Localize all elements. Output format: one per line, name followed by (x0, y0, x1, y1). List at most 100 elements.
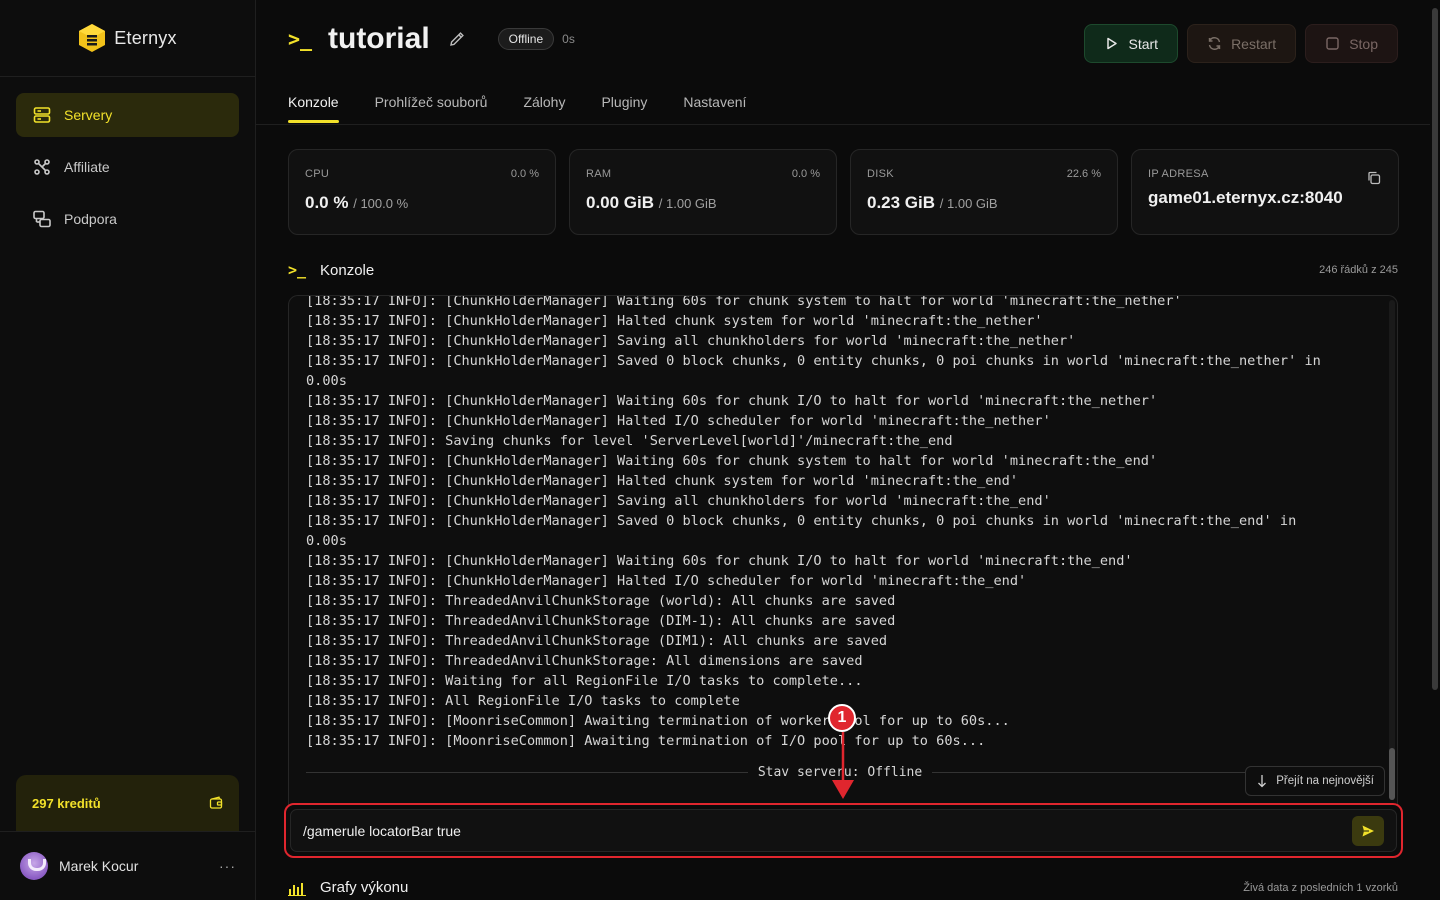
brand-name: Eternyx (114, 27, 177, 48)
console-line: [18:35:17 INFO]: [ChunkHolderManager] Sa… (306, 333, 1076, 349)
cpu-label: CPU (305, 168, 330, 180)
console-line: [18:35:17 INFO]: ThreadedAnvilChunkStora… (306, 633, 888, 649)
tab-plugins[interactable]: Pluginy (601, 84, 647, 124)
restart-icon (1208, 37, 1221, 50)
command-input[interactable] (303, 822, 1352, 839)
console-header: >_ Konzole 246 řádků z 245 (288, 261, 1398, 279)
ip-card: IP ADRESA game01.eternyx.cz:8040 (1131, 149, 1399, 235)
ip-address[interactable]: game01.eternyx.cz:8040 (1148, 188, 1382, 208)
resource-stats: CPU 0.0 % 0.0 % / 100.0 % RAM 0.0 % 0.00… (288, 149, 1399, 235)
more-options-icon[interactable]: ··· (219, 858, 236, 874)
server-header: >_ tutorial Offline 0s (288, 22, 575, 56)
disk-percent: 22.6 % (1066, 168, 1101, 180)
console-line: [18:35:17 INFO]: [ChunkHolderManager] Ha… (306, 413, 1051, 429)
avatar (20, 852, 48, 880)
console-line: [18:35:17 INFO]: Saving chunks for level… (306, 433, 953, 449)
user-profile[interactable]: Marek Kocur ··· (0, 831, 256, 900)
console-line: [18:35:17 INFO]: [MoonriseCommon] Awaiti… (306, 733, 986, 749)
arrow-down-icon (1258, 775, 1267, 788)
server-tabs: Konzole Prohlížeč souborů Zálohy Pluginy… (288, 84, 746, 124)
console-line: [18:35:17 INFO]: [ChunkHolderManager] Wa… (306, 553, 1133, 569)
cpu-card: CPU 0.0 % 0.0 % / 100.0 % (288, 149, 556, 235)
ram-limit: / 1.00 GiB (658, 196, 717, 211)
console-scrollbar[interactable] (1389, 300, 1395, 800)
server-status-divider: Stav serveru: Offline (306, 762, 1374, 782)
jump-to-latest-button[interactable]: Přejít na nejnovější (1245, 766, 1385, 796)
ram-value: 0.00 GiB / 1.00 GiB (586, 193, 820, 213)
support-icon (33, 210, 51, 228)
console-line: [18:35:17 INFO]: ThreadedAnvilChunkStora… (306, 593, 896, 609)
stop-icon (1326, 37, 1339, 50)
console-line: [18:35:17 INFO]: [ChunkHolderManager] Sa… (306, 493, 1051, 509)
ram-card: RAM 0.0 % 0.00 GiB / 1.00 GiB (569, 149, 837, 235)
console-line-count: 246 řádků z 245 (1319, 264, 1398, 276)
user-name: Marek Kocur (59, 858, 139, 874)
console-scrollbar-thumb[interactable] (1389, 748, 1395, 800)
eternyx-logo-icon (79, 24, 106, 52)
send-icon (1362, 825, 1374, 836)
console-line: [18:35:17 INFO]: [ChunkHolderManager] Ha… (306, 573, 1027, 589)
pencil-icon[interactable] (448, 30, 466, 48)
copy-icon[interactable] (1366, 170, 1382, 186)
disk-limit: / 1.00 GiB (939, 196, 998, 211)
divider-line (306, 771, 748, 773)
play-icon (1107, 37, 1118, 50)
uptime: 0s (562, 32, 575, 46)
console-line: [18:35:17 INFO]: [MoonriseCommon] Awaiti… (306, 713, 1010, 729)
start-label: Start (1128, 35, 1159, 52)
console-line: [18:35:17 INFO]: Waiting for all RegionF… (306, 673, 863, 689)
performance-meta: Živá data z posledních 1 vzorků (1243, 881, 1398, 894)
status-badge: Offline (497, 28, 555, 50)
page-scrollbar-thumb[interactable] (1432, 8, 1438, 690)
disk-usage: 0.23 GiB (867, 193, 936, 212)
console-line: [18:35:17 INFO]: [ChunkHolderManager] Wa… (306, 295, 1182, 309)
cpu-limit: / 100.0 % (353, 196, 409, 211)
disk-value: 0.23 GiB / 1.00 GiB (867, 193, 1101, 213)
tab-file-browser[interactable]: Prohlížeč souborů (375, 84, 488, 124)
credits-card[interactable]: 297 kreditů (16, 775, 239, 831)
main-content: >_ tutorial Offline 0s Start Restart Sto… (256, 0, 1430, 900)
start-button[interactable]: Start (1084, 24, 1179, 63)
ip-label: IP ADRESA (1148, 168, 1209, 180)
sidebar-item-servery[interactable]: Servery (16, 93, 239, 137)
cpu-percent: 0.0 % (510, 168, 539, 180)
ram-percent: 0.0 % (791, 168, 820, 180)
tabs-divider (256, 124, 1430, 125)
cpu-usage: 0.0 % (305, 193, 349, 212)
tab-settings[interactable]: Nastavení (683, 84, 746, 124)
brand[interactable]: Eternyx (0, 0, 255, 77)
sidebar-item-label: Affiliate (64, 159, 110, 175)
command-input-wrapper (290, 809, 1397, 852)
jump-label: Přejít na nejnovější (1276, 775, 1374, 787)
cpu-value: 0.0 % / 100.0 % (305, 193, 539, 213)
console-line: [18:35:17 INFO]: [ChunkHolderManager] Sa… (306, 513, 1297, 549)
console-line: [18:35:17 INFO]: ThreadedAnvilChunkStora… (306, 653, 863, 669)
restart-button[interactable]: Restart (1187, 24, 1297, 63)
command-input-highlight (284, 803, 1403, 858)
sidebar-item-podpora[interactable]: Podpora (16, 197, 239, 241)
ram-label: RAM (586, 168, 612, 180)
tab-backups[interactable]: Zálohy (523, 84, 565, 124)
console-line: [18:35:17 INFO]: [ChunkHolderManager] Ha… (306, 313, 1043, 329)
console-line: [18:35:17 INFO]: [ChunkHolderManager] Wa… (306, 393, 1158, 409)
restart-label: Restart (1231, 35, 1277, 52)
console-output[interactable]: [18:35:17 INFO]: [ChunkHolderManager] Wa… (288, 295, 1398, 805)
server-status-line: Stav serveru: Offline (757, 764, 923, 780)
disk-card: DISK 22.6 % 0.23 GiB / 1.00 GiB (850, 149, 1118, 235)
wallet-icon[interactable] (209, 796, 223, 810)
sidebar-item-affiliate[interactable]: Affiliate (16, 145, 239, 189)
ram-usage: 0.00 GiB (586, 193, 655, 212)
page-scrollbar[interactable] (1430, 0, 1440, 900)
sidebar: Eternyx Servery Affiliate Podpora 297 kr… (0, 0, 256, 900)
console-line: [18:35:17 INFO]: ThreadedAnvilChunkStora… (306, 613, 896, 629)
stop-button[interactable]: Stop (1305, 24, 1398, 63)
send-button[interactable] (1352, 815, 1384, 846)
console-line: [18:35:17 INFO]: All RegionFile I/O task… (306, 693, 740, 709)
sidebar-nav: Servery Affiliate Podpora (0, 77, 255, 257)
console-line: [18:35:17 INFO]: [ChunkHolderManager] Wa… (306, 453, 1158, 469)
performance-header: Grafy výkonu Živá data z posledních 1 vz… (288, 879, 1398, 896)
tab-konzole[interactable]: Konzole (288, 84, 339, 124)
console-line: [18:35:17 INFO]: [ChunkHolderManager] Ha… (306, 473, 1019, 489)
stop-label: Stop (1349, 35, 1378, 52)
sidebar-item-label: Servery (64, 107, 113, 123)
